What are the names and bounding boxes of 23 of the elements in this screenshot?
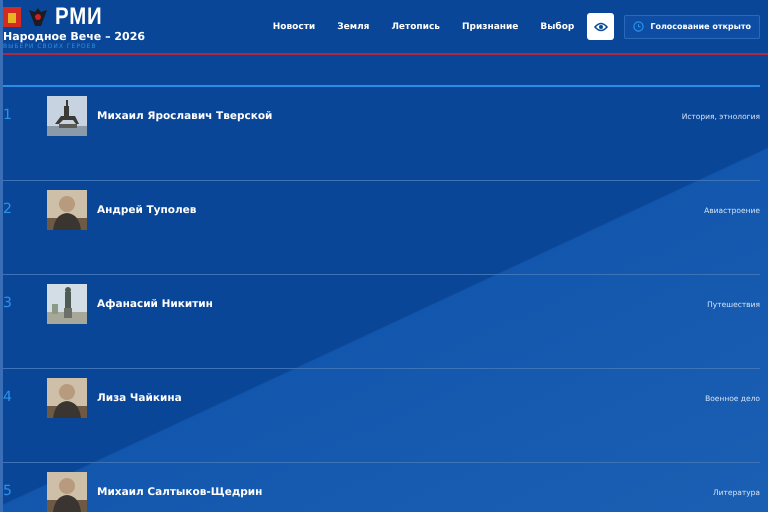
nav-link[interactable]: Признание — [450, 22, 530, 32]
logo-text: РМИ — [55, 4, 103, 30]
nav-link[interactable]: Выбор — [529, 22, 586, 32]
voting-status-button[interactable]: Голосование открыто — [624, 14, 760, 38]
nav-link[interactable]: Летопись — [380, 22, 451, 32]
rank-number: 4 — [3, 388, 13, 405]
nav-link[interactable]: Земля — [326, 22, 380, 32]
rank-number: 3 — [3, 294, 13, 311]
rank-number: 2 — [3, 200, 13, 217]
hero-name[interactable]: Михаил Ярославич Тверской — [97, 87, 682, 122]
accessibility-button[interactable] — [587, 13, 614, 40]
hero-name[interactable]: Афанасий Никитин — [97, 275, 708, 310]
eye-icon — [594, 22, 608, 32]
clock-icon — [633, 21, 644, 32]
hero-name[interactable]: Лиза Чайкина — [97, 369, 706, 404]
rank-number: 1 — [3, 106, 13, 123]
eagle-icon — [27, 6, 49, 28]
hero-name[interactable]: Андрей Туполев — [97, 181, 704, 216]
hero-name[interactable]: Михаил Салтыков-Щедрин — [97, 463, 713, 498]
rank-number: 5 — [3, 482, 13, 499]
coat-of-arms-icon — [3, 7, 21, 27]
site-title: Народное Вече – 2026 — [3, 30, 146, 43]
nav-link[interactable]: Новости — [262, 22, 326, 32]
